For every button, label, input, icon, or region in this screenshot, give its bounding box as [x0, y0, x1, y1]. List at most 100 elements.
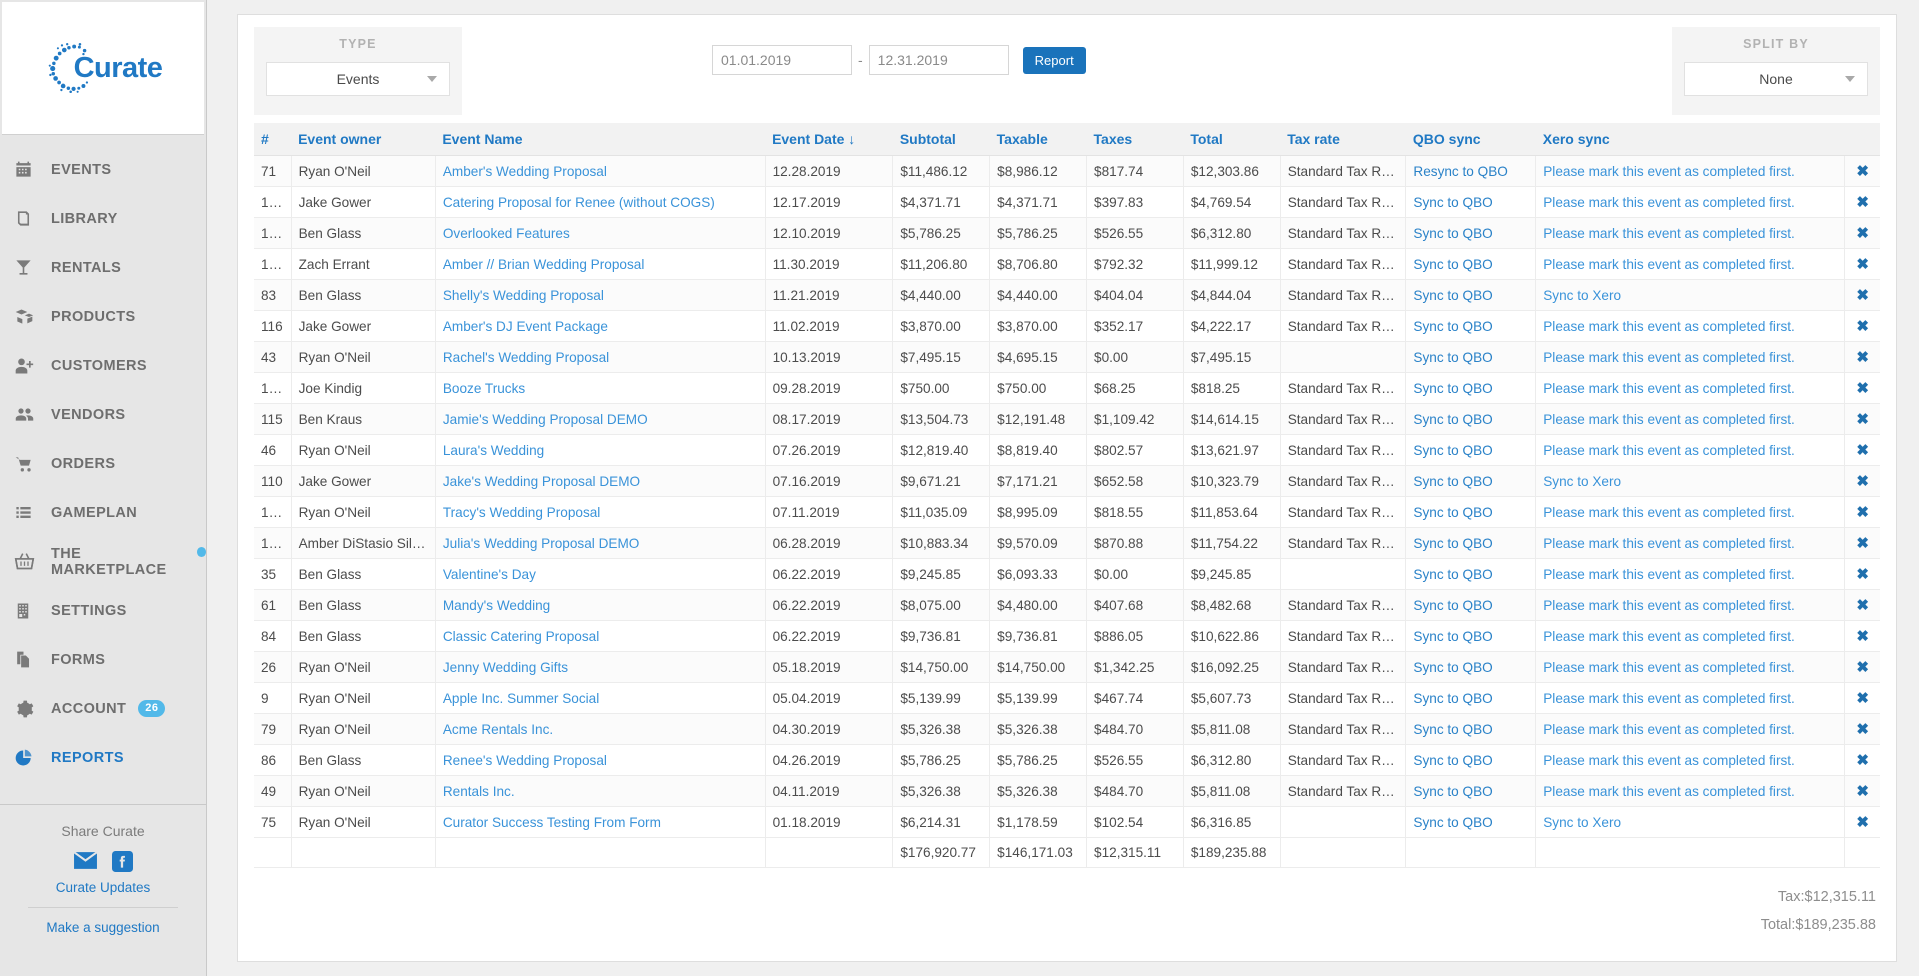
cell-qbo-sync[interactable]: Sync to QBO: [1406, 311, 1536, 342]
cell-delete[interactable]: ✖: [1845, 435, 1880, 466]
sidebar-item-settings[interactable]: SETTINGS: [0, 586, 206, 635]
cell-event-name[interactable]: Jenny Wedding Gifts: [435, 652, 765, 683]
sidebar-item-products[interactable]: PRODUCTS: [0, 292, 206, 341]
cell-xero-sync[interactable]: Please mark this event as completed firs…: [1536, 776, 1845, 807]
cell-delete[interactable]: ✖: [1845, 590, 1880, 621]
col-header-tax-rate[interactable]: Tax rate: [1280, 123, 1406, 156]
cell-delete[interactable]: ✖: [1845, 683, 1880, 714]
cell-delete[interactable]: ✖: [1845, 373, 1880, 404]
cell-xero-sync[interactable]: Please mark this event as completed firs…: [1536, 497, 1845, 528]
table-row[interactable]: 83Ben GlassShelly's Wedding Proposal11.2…: [254, 280, 1880, 311]
cell-event-name[interactable]: Curator Success Testing From Form: [435, 807, 765, 838]
cell-event-name[interactable]: Jamie's Wedding Proposal DEMO: [435, 404, 765, 435]
cell-event-name[interactable]: Laura's Wedding: [435, 435, 765, 466]
cell-qbo-sync[interactable]: Sync to QBO: [1406, 590, 1536, 621]
sidebar-item-gameplan[interactable]: GAMEPLAN: [0, 488, 206, 537]
close-icon[interactable]: ✖: [1852, 193, 1873, 211]
close-icon[interactable]: ✖: [1852, 317, 1873, 335]
table-row[interactable]: 46Ryan O'NeilLaura's Wedding07.26.2019$1…: [254, 435, 1880, 466]
cell-xero-sync[interactable]: Sync to Xero: [1536, 466, 1845, 497]
sidebar-item-rentals[interactable]: RENTALS: [0, 243, 206, 292]
close-icon[interactable]: ✖: [1852, 472, 1873, 490]
sidebar-item-customers[interactable]: CUSTOMERS: [0, 341, 206, 390]
date-to-input[interactable]: [869, 45, 1009, 75]
cell-xero-sync[interactable]: Please mark this event as completed firs…: [1536, 528, 1845, 559]
cell-xero-sync[interactable]: Please mark this event as completed firs…: [1536, 590, 1845, 621]
table-row[interactable]: 141Ben GlassOverlooked Features12.10.201…: [254, 218, 1880, 249]
cell-qbo-sync[interactable]: Sync to QBO: [1406, 714, 1536, 745]
facebook-icon[interactable]: [112, 851, 133, 872]
close-icon[interactable]: ✖: [1852, 410, 1873, 428]
curate-updates-link[interactable]: Curate Updates: [0, 880, 206, 895]
col-header-taxable[interactable]: Taxable: [990, 123, 1087, 156]
cell-event-name[interactable]: Apple Inc. Summer Social: [435, 683, 765, 714]
cell-event-name[interactable]: Tracy's Wedding Proposal: [435, 497, 765, 528]
cell-delete[interactable]: ✖: [1845, 559, 1880, 590]
sidebar-item-vendors[interactable]: VENDORS: [0, 390, 206, 439]
cell-delete[interactable]: ✖: [1845, 776, 1880, 807]
cell-event-name[interactable]: Rentals Inc.: [435, 776, 765, 807]
cell-xero-sync[interactable]: Please mark this event as completed firs…: [1536, 404, 1845, 435]
table-row[interactable]: 79Ryan O'NeilAcme Rentals Inc.04.30.2019…: [254, 714, 1880, 745]
cell-event-name[interactable]: Classic Catering Proposal: [435, 621, 765, 652]
cell-qbo-sync[interactable]: Sync to QBO: [1406, 373, 1536, 404]
col-header-total[interactable]: Total: [1183, 123, 1280, 156]
envelope-icon[interactable]: [73, 851, 98, 872]
col-header-subtotal[interactable]: Subtotal: [893, 123, 990, 156]
sidebar-item-forms[interactable]: FORMS: [0, 635, 206, 684]
cell-qbo-sync[interactable]: Sync to QBO: [1406, 280, 1536, 311]
close-icon[interactable]: ✖: [1852, 782, 1873, 800]
cell-event-name[interactable]: Shelly's Wedding Proposal: [435, 280, 765, 311]
table-row[interactable]: 123Joe KindigBooze Trucks09.28.2019$750.…: [254, 373, 1880, 404]
cell-xero-sync[interactable]: Sync to Xero: [1536, 280, 1845, 311]
cell-xero-sync[interactable]: Please mark this event as completed firs…: [1536, 435, 1845, 466]
close-icon[interactable]: ✖: [1852, 379, 1873, 397]
cell-delete[interactable]: ✖: [1845, 466, 1880, 497]
cell-qbo-sync[interactable]: Sync to QBO: [1406, 218, 1536, 249]
cell-event-name[interactable]: Acme Rentals Inc.: [435, 714, 765, 745]
cell-xero-sync[interactable]: Please mark this event as completed firs…: [1536, 714, 1845, 745]
cell-delete[interactable]: ✖: [1845, 404, 1880, 435]
cell-qbo-sync[interactable]: Sync to QBO: [1406, 776, 1536, 807]
cell-xero-sync[interactable]: Please mark this event as completed firs…: [1536, 652, 1845, 683]
close-icon[interactable]: ✖: [1852, 348, 1873, 366]
cell-delete[interactable]: ✖: [1845, 714, 1880, 745]
cell-xero-sync[interactable]: Please mark this event as completed firs…: [1536, 218, 1845, 249]
cell-xero-sync[interactable]: Please mark this event as completed firs…: [1536, 187, 1845, 218]
cell-xero-sync[interactable]: Please mark this event as completed firs…: [1536, 342, 1845, 373]
cell-event-name[interactable]: Julia's Wedding Proposal DEMO: [435, 528, 765, 559]
cell-delete[interactable]: ✖: [1845, 528, 1880, 559]
close-icon[interactable]: ✖: [1852, 255, 1873, 273]
sidebar-item-reports[interactable]: REPORTS: [0, 733, 206, 782]
close-icon[interactable]: ✖: [1852, 596, 1873, 614]
table-row[interactable]: 136Zach ErrantAmber // Brian Wedding Pro…: [254, 249, 1880, 280]
close-icon[interactable]: ✖: [1852, 813, 1873, 831]
cell-delete[interactable]: ✖: [1845, 249, 1880, 280]
cell-xero-sync[interactable]: Please mark this event as completed firs…: [1536, 745, 1845, 776]
sidebar-item-account[interactable]: ACCOUNT 26: [0, 684, 206, 733]
close-icon[interactable]: ✖: [1852, 286, 1873, 304]
col-header-number[interactable]: #: [254, 123, 291, 156]
cell-qbo-sync[interactable]: Sync to QBO: [1406, 497, 1536, 528]
table-row[interactable]: 122Jake GowerCatering Proposal for Renee…: [254, 187, 1880, 218]
date-from-input[interactable]: [712, 45, 852, 75]
table-row[interactable]: 71Ryan O'NeilAmber's Wedding Proposal12.…: [254, 156, 1880, 187]
close-icon[interactable]: ✖: [1852, 534, 1873, 552]
table-row[interactable]: 9Ryan O'NeilApple Inc. Summer Social05.0…: [254, 683, 1880, 714]
cell-event-name[interactable]: Amber // Brian Wedding Proposal: [435, 249, 765, 280]
cell-qbo-sync[interactable]: Sync to QBO: [1406, 528, 1536, 559]
close-icon[interactable]: ✖: [1852, 503, 1873, 521]
col-header-event-name[interactable]: Event Name: [435, 123, 765, 156]
cell-delete[interactable]: ✖: [1845, 807, 1880, 838]
table-row[interactable]: 116Jake GowerAmber's DJ Event Package11.…: [254, 311, 1880, 342]
cell-qbo-sync[interactable]: Sync to QBO: [1406, 745, 1536, 776]
table-row[interactable]: 75Ryan O'NeilCurator Success Testing Fro…: [254, 807, 1880, 838]
cell-xero-sync[interactable]: Sync to Xero: [1536, 807, 1845, 838]
close-icon[interactable]: ✖: [1852, 441, 1873, 459]
report-button[interactable]: Report: [1023, 47, 1086, 74]
cell-qbo-sync[interactable]: Sync to QBO: [1406, 404, 1536, 435]
cell-xero-sync[interactable]: Please mark this event as completed firs…: [1536, 373, 1845, 404]
cell-event-name[interactable]: Mandy's Wedding: [435, 590, 765, 621]
cell-qbo-sync[interactable]: Sync to QBO: [1406, 559, 1536, 590]
cell-event-name[interactable]: Amber's Wedding Proposal: [435, 156, 765, 187]
